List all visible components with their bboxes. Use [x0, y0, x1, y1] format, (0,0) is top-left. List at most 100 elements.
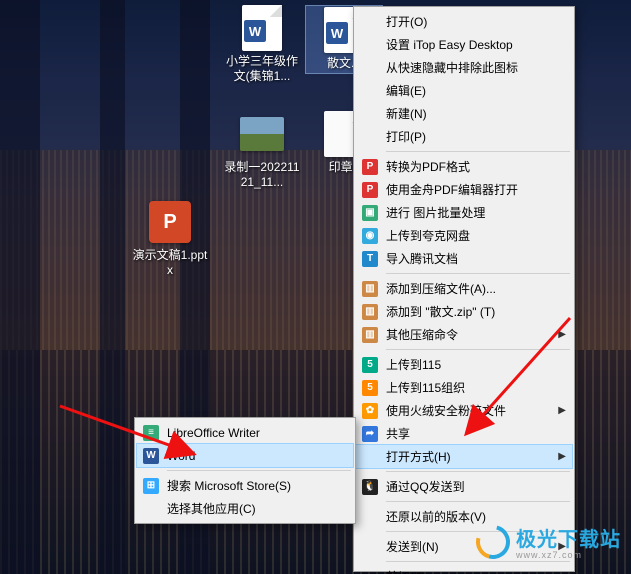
- main-menu-item-0[interactable]: 打开(O): [356, 10, 572, 33]
- watermark: 极光下载站 www.xz7.com: [476, 523, 621, 560]
- menu-separator: [386, 151, 570, 152]
- menu-item-label: 进行 图片批量处理: [386, 204, 485, 221]
- openwith-menu-item-1[interactable]: WWord: [137, 444, 353, 467]
- main-menu-item-9[interactable]: ▣ 进行 图片批量处理: [356, 201, 572, 224]
- main-menu-item-15[interactable]: ▥ 其他压缩命令 ▶: [356, 323, 572, 346]
- menu-item-icon: ➦: [361, 425, 379, 443]
- bg-building-2: [100, 0, 125, 574]
- menu-item-icon: ⊞: [142, 477, 160, 495]
- menu-item-icon: ≡: [142, 424, 160, 442]
- menu-item-label: LibreOffice Writer: [167, 426, 260, 440]
- main-menu-item-13[interactable]: ▥ 添加到压缩文件(A)...: [356, 277, 572, 300]
- menu-item-icon: [361, 568, 379, 574]
- menu-item-icon: [361, 59, 379, 77]
- menu-item-icon: [142, 500, 160, 518]
- menu-item-icon: [361, 36, 379, 54]
- watermark-sub: www.xz7.com: [516, 550, 621, 560]
- menu-item-icon: [361, 82, 379, 100]
- menu-separator: [386, 349, 570, 350]
- menu-item-label: 打开(O): [386, 13, 427, 30]
- menu-item-icon: 5: [361, 379, 379, 397]
- watermark-title: 极光下载站: [516, 529, 621, 551]
- menu-separator: [386, 273, 570, 274]
- menu-item-icon: ▥: [361, 280, 379, 298]
- main-menu-item-10[interactable]: ◉ 上传到夸克网盘: [356, 224, 572, 247]
- menu-item-icon: [361, 448, 379, 466]
- menu-item-label: 添加到压缩文件(A)...: [386, 280, 496, 297]
- menu-item-label: 搜索 Microsoft Store(S): [167, 477, 291, 494]
- menu-item-label: 编辑(E): [386, 82, 426, 99]
- submenu-arrow-icon: ▶: [558, 451, 566, 462]
- main-menu-item-18[interactable]: 5 上传到115组织: [356, 376, 572, 399]
- menu-item-label: 上传到夸克网盘: [386, 227, 470, 244]
- menu-item-label: 通过QQ发送到: [386, 478, 465, 495]
- menu-item-icon: ▥: [361, 326, 379, 344]
- menu-item-icon: [361, 13, 379, 31]
- desktop-icon-label: 小学三年级作文(集锦1...: [224, 54, 300, 84]
- word-badge-icon: W: [326, 22, 348, 44]
- menu-item-label: 还原以前的版本(V): [386, 508, 486, 525]
- main-menu-item-5[interactable]: 打印(P): [356, 125, 572, 148]
- menu-item-label: 添加到 "散文.zip" (T): [386, 303, 495, 320]
- menu-item-label: 新建(N): [386, 105, 427, 122]
- main-menu-item-2[interactable]: 从快速隐藏中排除此图标: [356, 56, 572, 79]
- desktop-icon-pptx[interactable]: P 演示文稿1.pptx: [132, 200, 208, 278]
- main-menu-item-23[interactable]: 🐧 通过QQ发送到: [356, 475, 572, 498]
- menu-item-label: 发送到(N): [386, 538, 439, 555]
- desktop-icon-video-thumb[interactable]: 录制一20221121_11...: [224, 112, 300, 190]
- menu-item-icon: ◉: [361, 227, 379, 245]
- watermark-logo-icon: [470, 518, 516, 564]
- openwith-menu-item-3[interactable]: ⊞ 搜索 Microsoft Store(S): [137, 474, 353, 497]
- menu-item-label: 转换为PDF格式: [386, 158, 470, 175]
- menu-item-icon: P: [361, 158, 379, 176]
- menu-item-label: 使用火绒安全粉碎文件: [386, 402, 506, 419]
- submenu-arrow-icon: ▶: [558, 405, 566, 416]
- main-menu-item-19[interactable]: ✿使用火绒安全粉碎文件▶: [356, 399, 572, 422]
- context-menu-main: 打开(O) 设置 iTop Easy Desktop 从快速隐藏中排除此图标编辑(E…: [353, 6, 575, 572]
- menu-item-label: 共享: [386, 425, 410, 442]
- main-menu-item-7[interactable]: P 转换为PDF格式: [356, 155, 572, 178]
- menu-item-icon: ▥: [361, 303, 379, 321]
- menu-item-icon: T: [361, 250, 379, 268]
- main-menu-item-8[interactable]: P使用金舟PDF编辑器打开: [356, 178, 572, 201]
- menu-item-label: 设置 iTop Easy Desktop: [386, 36, 513, 53]
- menu-item-icon: W: [142, 447, 160, 465]
- menu-separator: [386, 561, 570, 562]
- bg-building-1: [0, 0, 40, 574]
- desktop-icon-label: 演示文稿1.pptx: [132, 248, 208, 278]
- menu-item-icon: [361, 105, 379, 123]
- desktop-icon-label: 录制一20221121_11...: [224, 160, 300, 190]
- word-badge-icon: W: [244, 20, 266, 42]
- main-menu-item-11[interactable]: T 导入腾讯文档: [356, 247, 572, 270]
- menu-item-label: 导入腾讯文档: [386, 250, 458, 267]
- main-menu-item-20[interactable]: ➦ 共享: [356, 422, 572, 445]
- menu-separator: [386, 471, 570, 472]
- pptx-icon: P: [149, 201, 191, 243]
- main-menu-item-4[interactable]: 新建(N): [356, 102, 572, 125]
- menu-separator: [386, 501, 570, 502]
- menu-item-icon: 5: [361, 356, 379, 374]
- menu-item-label: 使用金舟PDF编辑器打开: [386, 181, 518, 198]
- menu-item-label: 其他压缩命令: [386, 326, 458, 343]
- main-menu-item-3[interactable]: 编辑(E): [356, 79, 572, 102]
- desktop-icon-doc-1[interactable]: W 小学三年级作文(集锦1...: [224, 6, 300, 84]
- context-menu-openwith: ≡ LibreOffice Writer WWord ⊞ 搜索 Microsoft St…: [134, 417, 356, 524]
- main-menu-item-1[interactable]: 设置 iTop Easy Desktop: [356, 33, 572, 56]
- menu-item-label: 打开方式(H): [386, 448, 451, 465]
- submenu-arrow-icon: ▶: [558, 329, 566, 340]
- video-thumb-icon: [240, 117, 284, 151]
- main-menu-item-14[interactable]: ▥ 添加到 "散文.zip" (T): [356, 300, 572, 323]
- menu-item-icon: [361, 508, 379, 526]
- menu-item-icon: 🐧: [361, 478, 379, 496]
- menu-item-label: 选择其他应用(C): [167, 500, 256, 517]
- main-menu-item-17[interactable]: 5 上传到115: [356, 353, 572, 376]
- menu-item-label: 上传到115: [386, 356, 441, 373]
- menu-separator: [167, 470, 351, 471]
- menu-item-label: 上传到115组织: [386, 379, 465, 396]
- menu-item-icon: ▣: [361, 204, 379, 222]
- main-menu-item-21[interactable]: 打开方式(H) ▶: [356, 445, 572, 468]
- main-menu-item-29[interactable]: 剪切(T): [356, 565, 572, 574]
- openwith-menu-item-0[interactable]: ≡ LibreOffice Writer: [137, 421, 353, 444]
- openwith-menu-item-4[interactable]: 选择其他应用(C): [137, 497, 353, 520]
- menu-item-label: 从快速隐藏中排除此图标: [386, 59, 518, 76]
